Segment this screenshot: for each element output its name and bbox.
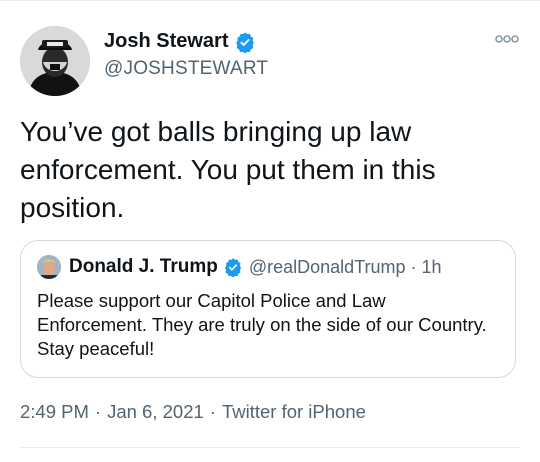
author-name-row: Josh Stewart — [104, 30, 256, 53]
author-avatar[interactable] — [20, 26, 90, 96]
quoted-separator: · — [410, 256, 417, 277]
meta-separator: · — [209, 401, 216, 422]
tweet-source[interactable]: Twitter for iPhone — [222, 401, 366, 422]
tweet-time[interactable]: 2:49 PM — [20, 401, 89, 422]
tweet-date[interactable]: Jan 6, 2021 — [107, 401, 204, 422]
quoted-tweet-header: Donald J. Trump @realDonaldTrump · 1h — [37, 255, 442, 279]
more-options-icon[interactable] — [494, 30, 520, 48]
quoted-tweet[interactable]: Donald J. Trump @realDonaldTrump · 1h Pl… — [20, 240, 516, 378]
author-handle[interactable]: @JOSHSTEWART — [104, 58, 268, 80]
author-avatar-image — [20, 26, 90, 96]
meta-separator: · — [94, 401, 102, 422]
quoted-author-avatar[interactable] — [37, 255, 61, 279]
author-display-name[interactable]: Josh Stewart — [104, 30, 228, 53]
quoted-author-display-name[interactable]: Donald J. Trump — [69, 256, 218, 278]
verified-badge-icon — [234, 31, 256, 53]
quoted-author-avatar-image — [37, 255, 61, 279]
tweet-card: Josh Stewart @JOSHSTEWART You’ve got bal… — [0, 0, 540, 462]
tweet-meta: 2:49 PM · Jan 6, 2021 · Twitter for iPhone — [20, 401, 366, 423]
quoted-verified-badge-icon — [223, 257, 243, 277]
quoted-tweet-text: Please support our Capitol Police and La… — [37, 290, 487, 359]
bottom-divider — [20, 447, 520, 448]
quoted-author-handle[interactable]: @realDonaldTrump — [249, 257, 406, 278]
quoted-timestamp: 1h — [421, 256, 442, 277]
tweet-text: You’ve got balls bringing up law enforce… — [20, 116, 436, 223]
